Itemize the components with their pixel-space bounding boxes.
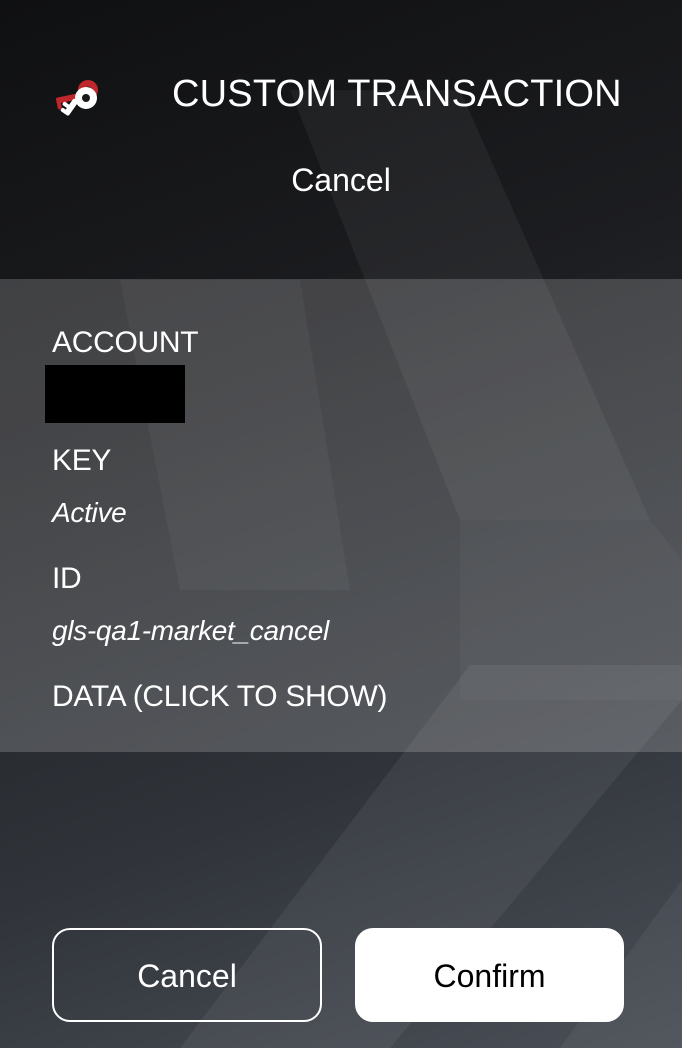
- account-value-redacted: [45, 365, 185, 423]
- cancel-button[interactable]: Cancel: [52, 928, 322, 1022]
- account-label: ACCOUNT: [52, 326, 199, 359]
- key-value: Active: [52, 497, 127, 528]
- transaction-dialog: CUSTOM TRANSACTION Cancel ACCOUNT KEY Ac…: [0, 0, 682, 1048]
- action-name: Cancel: [291, 162, 391, 198]
- data-toggle[interactable]: DATA (CLICK TO SHOW): [52, 679, 387, 715]
- confirm-button[interactable]: Confirm: [355, 928, 624, 1022]
- id-label: ID: [52, 562, 82, 595]
- id-value: gls-qa1-market_cancel: [52, 615, 329, 646]
- key-label: KEY: [52, 444, 112, 477]
- header: CUSTOM TRANSACTION Cancel: [0, 0, 682, 278]
- keys-icon: [56, 80, 98, 116]
- page-title: CUSTOM TRANSACTION: [172, 73, 622, 115]
- transaction-details-panel: ACCOUNT KEY Active ID gls-qa1-market_can…: [0, 279, 682, 752]
